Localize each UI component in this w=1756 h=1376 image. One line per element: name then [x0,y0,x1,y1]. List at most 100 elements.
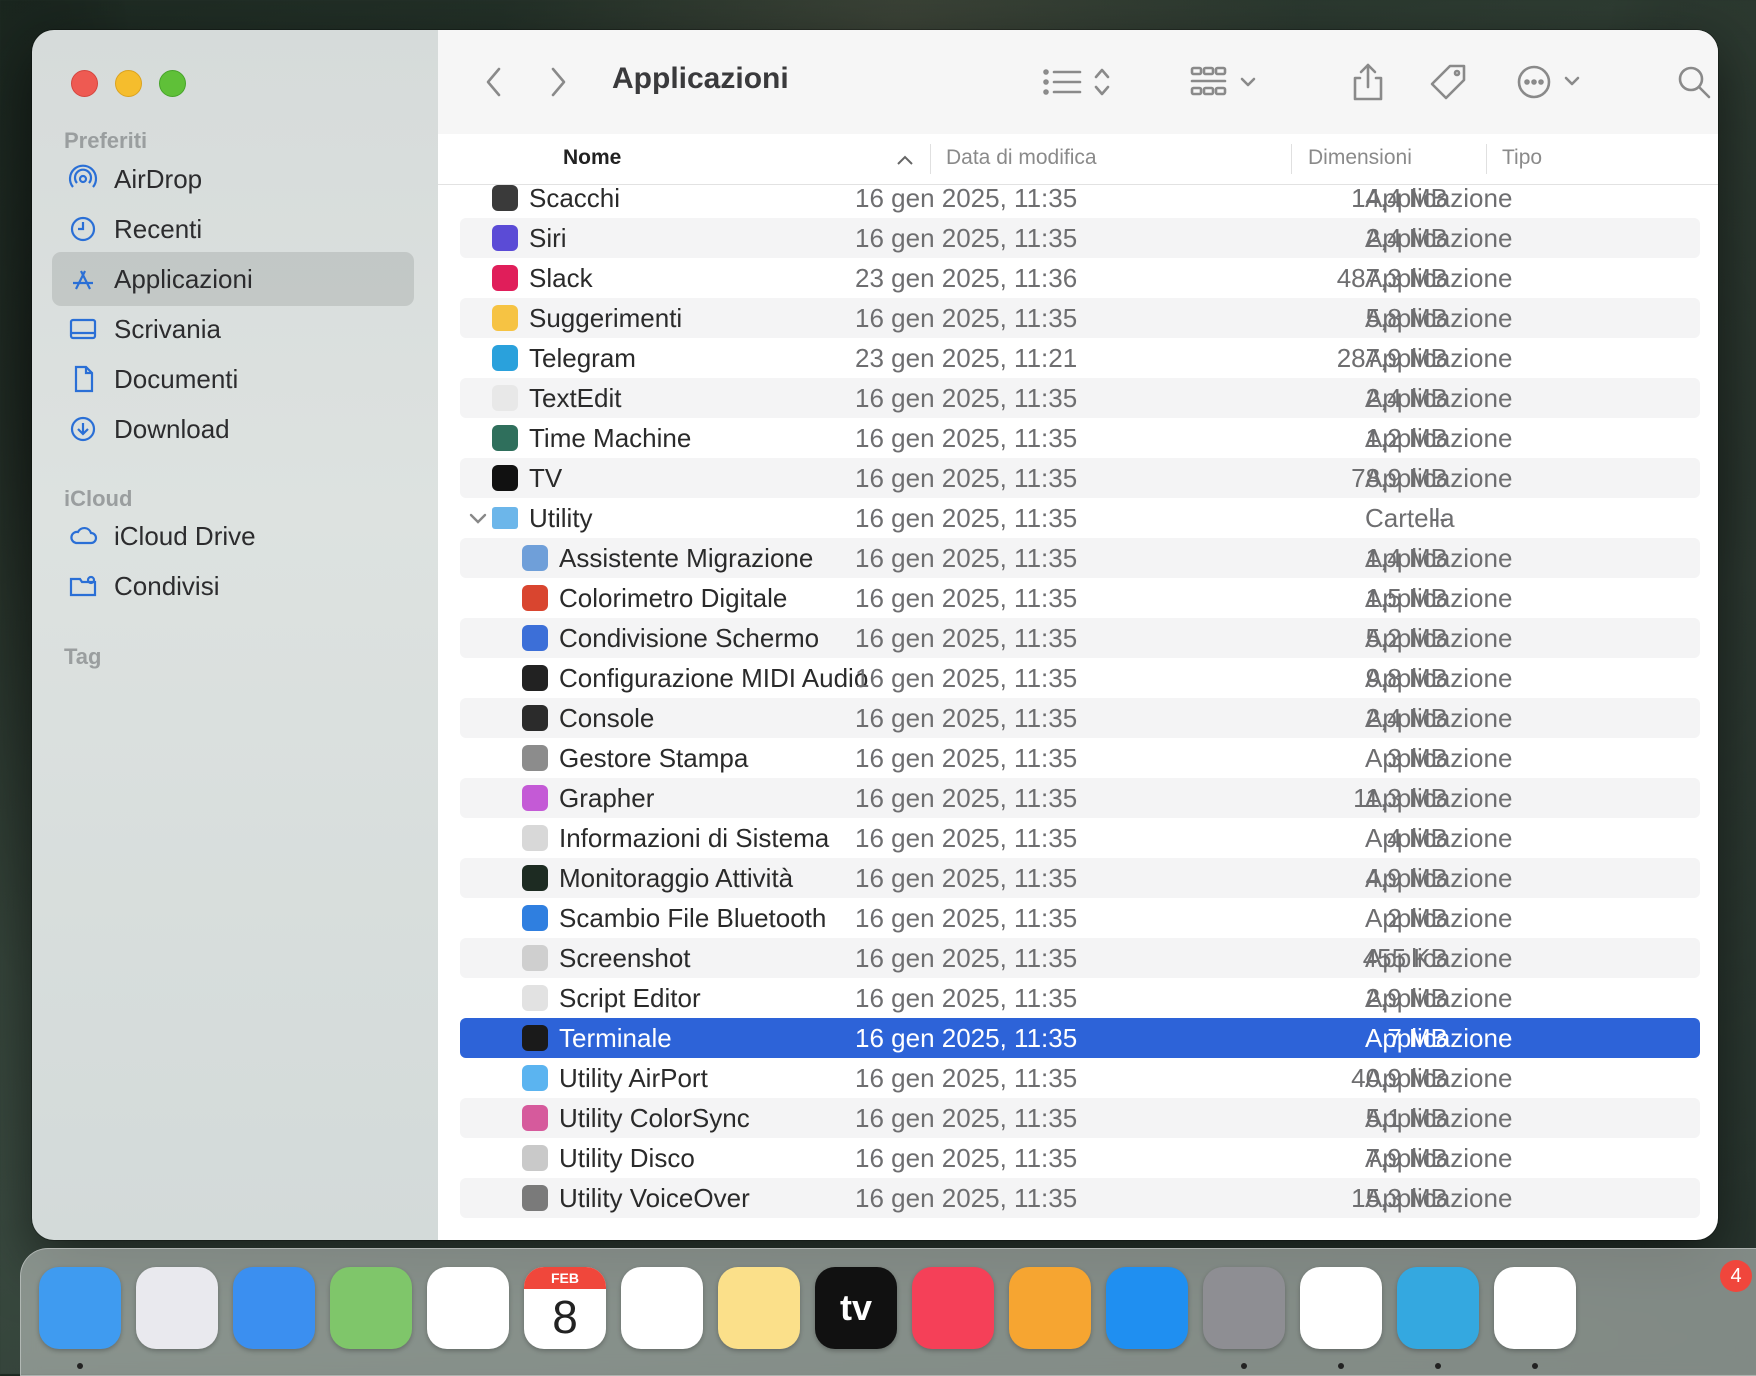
back-button[interactable] [474,60,514,104]
sidebar-item-downloads[interactable]: Download [52,402,414,456]
folder-row[interactable]: Utility 16 gen 2025, 11:35 -- Cartella [460,498,1700,538]
file-name: Console [559,703,655,733]
sidebar-item-desktop[interactable]: Scrivania [52,302,414,356]
table-row[interactable]: Scambio File Bluetooth 16 gen 2025, 11:35… [460,898,1700,938]
sidebar-item-recents[interactable]: Recenti [52,202,414,256]
tv-icon [492,465,518,491]
column-separator[interactable] [1291,144,1292,174]
group-button[interactable] [1188,60,1268,104]
table-row[interactable]: Utility ColorSync 16 gen 2025, 11:35 5,1 M… [460,1098,1700,1138]
finder-icon[interactable] [39,1267,121,1349]
column-separator[interactable] [1486,144,1487,174]
table-row[interactable]: Console 16 gen 2025, 11:35 2,4 MB Applicazi… [460,698,1700,738]
table-row[interactable]: Gestore Stampa 16 gen 2025, 11:35 3 MB Appl… [460,738,1700,778]
share-button[interactable] [1348,60,1388,104]
table-row[interactable]: Assistente Migrazione 16 gen 2025, 11:35 1… [460,538,1700,578]
file-kind: Applicazione [1365,583,1513,613]
grapher-icon [522,785,548,811]
file-kind: Applicazione [1365,943,1513,973]
printer-icon [522,745,548,771]
modified-date: 16 gen 2025, 11:35 [855,463,1078,493]
table-row[interactable]: Siri 16 gen 2025, 11:35 2,4 MB Applicazione [460,218,1700,258]
music-icon[interactable] [912,1267,994,1349]
maps-icon[interactable] [330,1267,412,1349]
column-size[interactable]: Dimensioni [1308,146,1412,170]
column-kind[interactable]: Tipo [1502,146,1542,170]
pages-icon[interactable] [1009,1267,1091,1349]
file-kind: Applicazione [1365,1143,1513,1173]
table-row[interactable]: Utility AirPort 16 gen 2025, 11:35 40,9 MB… [460,1058,1700,1098]
action-menu-button[interactable] [1516,60,1592,104]
modified-date: 16 gen 2025, 11:35 [855,943,1078,973]
column-date[interactable]: Data di modifica [946,146,1097,170]
notes-icon[interactable] [718,1267,800,1349]
forward-button[interactable] [538,60,578,104]
system-settings-icon[interactable] [1203,1267,1285,1349]
slack-icon [492,265,518,291]
table-row[interactable]: Suggerimenti 16 gen 2025, 11:35 5,8 MB Appl… [460,298,1700,338]
table-row[interactable]: Scacchi 16 gen 2025, 11:35 14,4 MB Applicaz… [460,184,1700,218]
table-row[interactable]: Monitoraggio Attività 16 gen 2025, 11:35 4… [460,858,1700,898]
sidebar-item-shared[interactable]: Condivisi [52,559,414,613]
file-kind: Applicazione [1365,543,1513,573]
table-row[interactable]: Colorimetro Digitale 16 gen 2025, 11:35 1,… [460,578,1700,618]
column-separator[interactable] [930,144,931,174]
table-row[interactable]: Script Editor 16 gen 2025, 11:35 2,9 MB App… [460,978,1700,1018]
calendar-icon[interactable]: FEB 8 [524,1267,606,1349]
chevron-right-icon [551,67,566,97]
running-indicator [1532,1363,1538,1369]
view-list-button[interactable] [1038,60,1118,104]
minimize-button[interactable] [115,70,142,97]
telegram-dock-icon[interactable] [1397,1267,1479,1349]
mail-icon[interactable] [233,1267,315,1349]
disclosure-chevron-down-icon[interactable] [466,506,490,530]
finder-window: Preferiti AirDrop Recenti Applicazioni S… [32,30,1718,1240]
sidebar-item-label: Condivisi [114,570,220,601]
sidebar-item-airdrop[interactable]: AirDrop [52,152,414,206]
sidebar-item-icloud-drive[interactable]: iCloud Drive [52,509,414,563]
table-row[interactable]: Time Machine 16 gen 2025, 11:35 1,2 MB Appl… [460,418,1700,458]
table-row[interactable]: Configurazione MIDI Audio 16 gen 2025, 11… [460,658,1700,698]
reminders-icon[interactable] [621,1267,703,1349]
sidebar-item-label: Applicazioni [114,263,253,294]
photos-icon[interactable] [427,1267,509,1349]
modified-date: 16 gen 2025, 11:35 [855,184,1078,213]
chrome-icon[interactable] [1300,1267,1382,1349]
midi-icon [522,665,548,691]
search-button[interactable] [1674,60,1714,104]
cloud-icon [68,521,98,551]
running-indicator [1241,1363,1247,1369]
table-row[interactable]: Utility VoiceOver 16 gen 2025, 11:35 15,3 … [460,1178,1700,1218]
file-name: Gestore Stampa [559,743,749,773]
table-row[interactable]: Condivisione Schermo 16 gen 2025, 11:35 5,… [460,618,1700,658]
table-row[interactable]: Utility Disco 16 gen 2025, 11:35 7,9 MB App… [460,1138,1700,1178]
sidebar-item-applications[interactable]: Applicazioni [52,252,414,306]
table-row[interactable]: Screenshot 16 gen 2025, 11:35 455 KB Applic… [460,938,1700,978]
table-row[interactable]: Grapher 16 gen 2025, 11:35 11,3 MB Applicaz… [460,778,1700,818]
sidebar-item-documents[interactable]: Documenti [52,352,414,406]
dock: FEB 8 tv [20,1248,1756,1376]
modified-date: 16 gen 2025, 11:35 [855,223,1078,253]
table-row[interactable]: Slack 23 gen 2025, 11:36 487,3 MB Applicazi… [460,258,1700,298]
slack-dock-icon[interactable] [1494,1267,1576,1349]
file-kind: Applicazione [1365,703,1513,733]
file-name: Scambio File Bluetooth [559,903,827,933]
zoom-button[interactable] [159,70,186,97]
close-button[interactable] [71,70,98,97]
table-row[interactable]: TextEdit 16 gen 2025, 11:35 2,4 MB Applicaz… [460,378,1700,418]
sidebar-item-label: Scrivania [114,313,221,344]
table-row[interactable]: Informazioni di Sistema 16 gen 2025, 11:3… [460,818,1700,858]
table-row[interactable]: Telegram 23 gen 2025, 11:21 287,9 MB Applic… [460,338,1700,378]
table-row[interactable]: Terminale 16 gen 2025, 11:35 7 MB Applicazi… [460,1018,1700,1058]
table-row[interactable]: TV 16 gen 2025, 11:35 78,9 MB Applicazione [460,458,1700,498]
file-kind: Applicazione [1365,863,1513,893]
app-store-icon[interactable] [1106,1267,1188,1349]
modified-date: 16 gen 2025, 11:35 [855,903,1078,933]
column-name[interactable]: Nome [563,146,621,170]
modified-date: 16 gen 2025, 11:35 [855,543,1078,573]
file-name: Condivisione Schermo [559,623,820,653]
apple-tv-icon[interactable]: tv [815,1267,897,1349]
launchpad-icon[interactable] [136,1267,218,1349]
tag-button[interactable] [1428,60,1468,104]
notification-badge: 4 [1720,1260,1752,1292]
